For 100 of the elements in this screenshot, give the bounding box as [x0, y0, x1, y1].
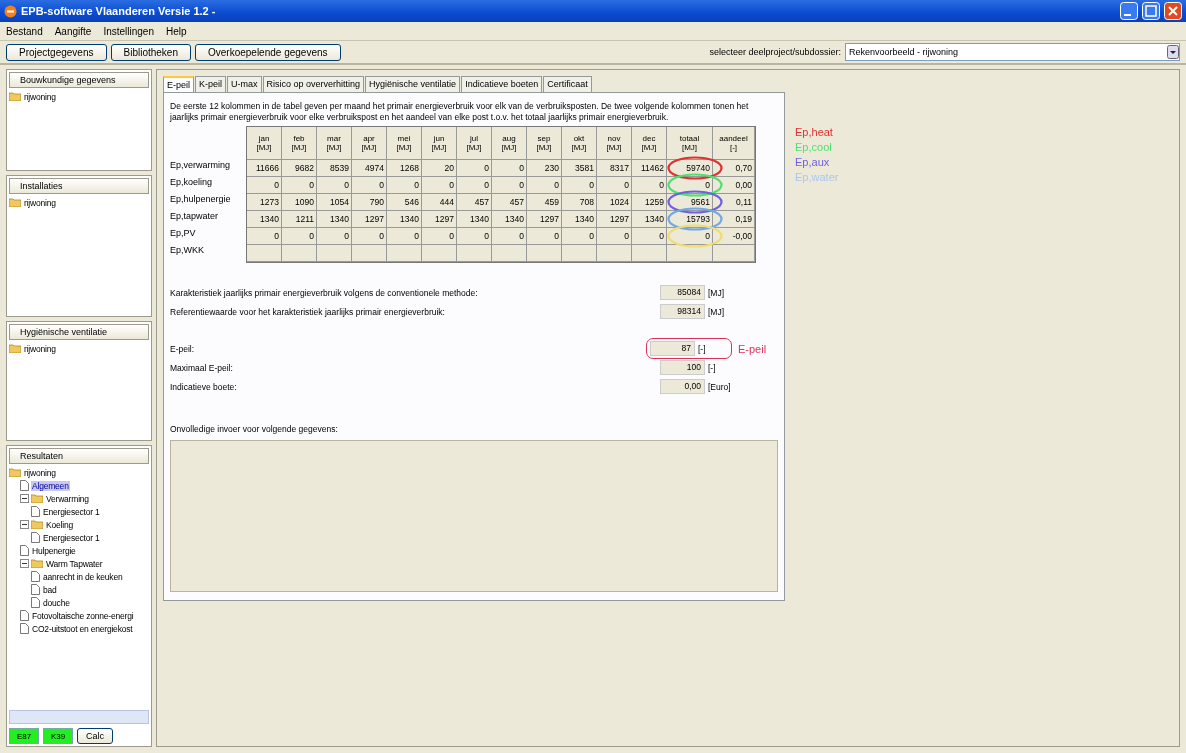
project-select[interactable]: Rekenvoorbeeld - rijwoning — [845, 43, 1180, 61]
table-cell: 20 — [422, 160, 457, 177]
document-icon — [20, 623, 29, 634]
table-cell: 0,70 — [713, 160, 755, 177]
empty-cell — [387, 245, 422, 262]
table-cell: 0 — [667, 228, 713, 245]
tree-item[interactable]: rijwoning — [23, 467, 57, 478]
tree-item[interactable]: Energiesector 1 — [42, 506, 101, 517]
row-label: Ep,koeling — [170, 177, 214, 189]
toolbar-button[interactable]: Overkoepelende gegevens — [195, 43, 341, 61]
menu-item[interactable]: Aangifte — [54, 25, 92, 37]
panel-header[interactable]: Installaties — [9, 178, 149, 194]
panel-header[interactable]: Resultaten — [9, 448, 149, 464]
result-label: Maximaal E-peil: — [170, 362, 234, 373]
table-cell: 11666 — [247, 160, 282, 177]
table-cell: 459 — [527, 194, 562, 211]
tree-item[interactable]: Energiesector 1 — [42, 532, 101, 543]
annotation-label: Ep,water — [795, 171, 839, 184]
table-cell: 1054 — [317, 194, 352, 211]
tree-item[interactable]: Koeling — [45, 519, 74, 530]
toolbar-button[interactable]: Bibliotheken — [110, 43, 191, 61]
table-cell: 708 — [562, 194, 597, 211]
result-label: Indicatieve boete: — [170, 381, 238, 392]
table-cell: 0 — [527, 177, 562, 194]
tab[interactable]: Indicatieve boeten — [461, 76, 543, 92]
table-cell: 0 — [597, 228, 632, 245]
row-label: Ep,PV — [170, 228, 197, 240]
status-indicator: K39 — [43, 728, 73, 744]
tree-item[interactable]: bad — [42, 584, 58, 595]
tab[interactable]: U-max — [227, 76, 262, 92]
app-icon — [4, 4, 17, 18]
status-indicator: E87 — [9, 728, 39, 744]
tab[interactable]: Risico op oververhitting — [262, 76, 365, 92]
panel-header[interactable]: Bouwkundige gegevens — [9, 72, 149, 88]
table-cell: 0 — [352, 228, 387, 245]
tab[interactable]: Hygiënische ventilatie — [365, 76, 461, 92]
empty-cell — [597, 245, 632, 262]
table-cell: 0 — [667, 177, 713, 194]
menu-item[interactable]: Bestand — [6, 25, 43, 37]
empty-cell — [713, 245, 755, 262]
empty-cell — [492, 245, 527, 262]
tree-item[interactable]: Hulpenergie — [31, 545, 77, 556]
table-cell: 0 — [247, 177, 282, 194]
document-icon — [31, 506, 40, 517]
menu-item[interactable]: Help — [166, 25, 187, 37]
table-cell: 4974 — [352, 160, 387, 177]
table-cell: 0 — [387, 177, 422, 194]
collapse-icon[interactable] — [20, 520, 29, 529]
table-cell: -0,00 — [713, 228, 755, 245]
table-cell: 8539 — [317, 160, 352, 177]
folder-icon — [31, 520, 43, 529]
toolbar-button[interactable]: Projectgegevens — [6, 43, 107, 61]
minimize-icon[interactable] — [1120, 2, 1138, 20]
horizontal-scrollbar[interactable] — [9, 710, 149, 724]
empty-cell — [247, 245, 282, 262]
column-header: feb [MJ] — [282, 127, 317, 160]
tab[interactable]: E-peil — [163, 76, 194, 92]
row-label: Ep,verwarming — [170, 160, 232, 172]
collapse-icon[interactable] — [20, 559, 29, 568]
table-cell: 230 — [527, 160, 562, 177]
table-cell: 0 — [247, 228, 282, 245]
tree-item[interactable]: Algemeen — [31, 480, 70, 491]
tree-item[interactable]: rijwoning — [23, 343, 57, 354]
column-header: sep [MJ] — [527, 127, 562, 160]
tree-item[interactable]: Fotovoltaische zonne-energi — [31, 610, 135, 621]
maximize-icon[interactable] — [1142, 2, 1160, 20]
table-cell: 0 — [317, 177, 352, 194]
empty-cell — [457, 245, 492, 262]
panel-header[interactable]: Hygiënische ventilatie — [9, 324, 149, 340]
dropdown-icon[interactable] — [1167, 45, 1179, 59]
tab[interactable]: Certificaat — [543, 76, 592, 92]
table-cell: 1024 — [597, 194, 632, 211]
tree-item[interactable]: Verwarming — [45, 493, 90, 504]
result-label: E-peil: — [170, 343, 196, 354]
unit-label: [Euro] — [707, 381, 732, 392]
tree-item[interactable]: douche — [42, 597, 71, 608]
table-cell: 1259 — [632, 194, 667, 211]
table-cell: 0,19 — [713, 211, 755, 228]
table-cell: 0 — [562, 228, 597, 245]
tree-item[interactable]: CO2-uitstoot en energiekost — [31, 623, 134, 634]
collapse-icon[interactable] — [20, 494, 29, 503]
document-icon — [31, 597, 40, 608]
menu-item[interactable]: Instellingen — [103, 25, 154, 37]
calc-button[interactable]: Calc — [77, 728, 113, 744]
table-cell: 1090 — [282, 194, 317, 211]
tab[interactable]: K-peil — [195, 76, 227, 92]
tree-item[interactable]: aanrecht in de keuken — [42, 571, 124, 582]
table-cell: 1297 — [597, 211, 632, 228]
annotation-label: Ep,cool — [795, 141, 833, 154]
tree-item[interactable]: Warm Tapwater — [45, 558, 104, 569]
empty-cell — [667, 245, 713, 262]
column-header: jun [MJ] — [422, 127, 457, 160]
unit-label: [MJ] — [707, 287, 726, 298]
result-value: 98314 — [660, 304, 705, 319]
tree-item[interactable]: rijwoning — [23, 197, 57, 208]
tree-item[interactable]: rijwoning — [23, 91, 57, 102]
empty-cell — [282, 245, 317, 262]
table-cell: 444 — [422, 194, 457, 211]
table-cell: 0 — [527, 228, 562, 245]
close-icon[interactable] — [1164, 2, 1182, 20]
